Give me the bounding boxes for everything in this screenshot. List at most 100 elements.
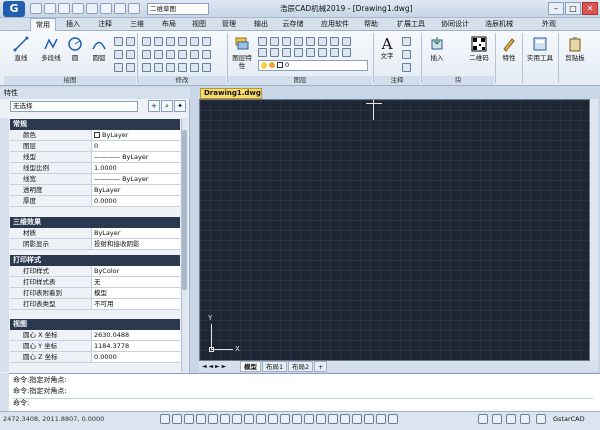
properties-button[interactable]: 特性 xyxy=(498,36,520,62)
spline-icon[interactable] xyxy=(126,37,135,46)
property-row[interactable]: 图层 0 xyxy=(10,141,180,152)
dyn-icon[interactable] xyxy=(244,414,254,424)
selection-dropdown[interactable]: 无选择 xyxy=(10,101,138,112)
qr-code-button[interactable]: 二维码 xyxy=(466,36,492,62)
layer-freeze-icon[interactable] xyxy=(282,37,291,46)
property-row[interactable]: 圆心 X 坐标 2630.0488 xyxy=(10,330,180,341)
arc-button[interactable]: 圆弧 xyxy=(88,36,110,62)
undo-icon[interactable] xyxy=(100,3,112,14)
add-layout-icon[interactable]: + xyxy=(314,361,328,372)
layer-unlock-icon[interactable] xyxy=(282,48,291,57)
tab-extensions[interactable]: 扩展工具 xyxy=(392,18,430,31)
fillet-icon[interactable] xyxy=(166,50,175,59)
tab-cloud[interactable]: 云存储 xyxy=(278,18,308,31)
layer-delete-icon[interactable] xyxy=(318,48,327,57)
layer-off-icon[interactable] xyxy=(258,37,267,46)
text-button[interactable]: A 文字 xyxy=(376,36,398,60)
ellipse-icon[interactable] xyxy=(114,63,123,72)
save-as-icon[interactable] xyxy=(72,3,84,14)
clipboard-button[interactable]: 剪贴板 xyxy=(560,36,590,62)
join-icon[interactable] xyxy=(166,63,175,72)
lightbulb-icon[interactable] xyxy=(506,414,516,424)
annotation-visibility-icon[interactable] xyxy=(328,414,338,424)
trim-icon[interactable] xyxy=(142,50,151,59)
auto-scale-icon[interactable] xyxy=(340,414,350,424)
grid-icon[interactable] xyxy=(172,414,182,424)
zoom-icon[interactable] xyxy=(352,414,362,424)
layer-thaw-icon[interactable] xyxy=(270,48,279,57)
settings-icon[interactable] xyxy=(128,3,140,14)
lock-ui-icon[interactable] xyxy=(388,414,398,424)
property-row[interactable]: 圆心 Y 坐标 1184.3778 xyxy=(10,341,180,352)
property-row[interactable]: 线型比例 1.0000 xyxy=(10,163,180,174)
drawing-scrollbar[interactable] xyxy=(590,99,598,361)
offset-icon[interactable] xyxy=(190,50,199,59)
section-general[interactable]: 常规 xyxy=(10,119,180,130)
quick-select-icon[interactable]: ✦ xyxy=(174,100,186,112)
property-row[interactable]: 打印样式表无 xyxy=(10,277,180,288)
layer-translate-icon[interactable] xyxy=(342,48,351,57)
lineweight-icon[interactable] xyxy=(256,414,266,424)
copy-icon[interactable] xyxy=(154,37,163,46)
toggle-pickadd-button[interactable]: + xyxy=(148,100,160,112)
redo-icon[interactable] xyxy=(114,3,126,14)
ortho-icon[interactable] xyxy=(184,414,194,424)
property-row[interactable]: 颜色 ByLayer xyxy=(10,130,180,141)
property-row[interactable]: 透明度 ByLayer xyxy=(10,185,180,196)
layout-tab-model[interactable]: 模型 xyxy=(240,361,261,372)
region-icon[interactable] xyxy=(126,63,135,72)
property-row[interactable]: 阴影显示 投射和接收阴影 xyxy=(10,239,180,250)
osnap-icon[interactable] xyxy=(208,414,218,424)
maximize-button[interactable]: □ xyxy=(565,2,581,15)
block-panel-label[interactable]: 块 xyxy=(422,76,494,85)
property-row[interactable]: 打印表类型 不可用 xyxy=(10,299,180,310)
workspace-switch-icon[interactable] xyxy=(478,414,488,424)
section-3d-effects[interactable]: 三维效果 xyxy=(10,217,180,228)
tab-insert[interactable]: 插入 xyxy=(60,18,86,31)
tab-output[interactable]: 输出 xyxy=(248,18,274,31)
explode-icon[interactable] xyxy=(202,50,211,59)
close-button[interactable]: ✕ xyxy=(582,2,598,15)
select-objects-icon[interactable]: ⌕ xyxy=(161,100,173,112)
property-row[interactable]: 厚度 0.0000 xyxy=(10,196,180,207)
layer-state-icon[interactable] xyxy=(330,48,339,57)
tab-layout[interactable]: 布局 xyxy=(156,18,182,31)
modify-panel-label[interactable]: 修改 xyxy=(138,76,226,85)
property-row[interactable]: 线宽 ———— ByLayer xyxy=(10,174,180,185)
isolate-objects-icon[interactable] xyxy=(376,414,386,424)
property-row[interactable]: 材质 ByLayer xyxy=(10,228,180,239)
tab-mechanical[interactable]: 浩辰机械 xyxy=(480,18,518,31)
section-view[interactable]: 视图 xyxy=(10,319,180,330)
layer-copy-icon[interactable] xyxy=(306,48,315,57)
transparency-icon[interactable] xyxy=(268,414,278,424)
minimize-button[interactable]: – xyxy=(548,2,564,15)
dimension-icon[interactable] xyxy=(402,37,411,46)
draw-panel-label[interactable]: 绘图 xyxy=(4,76,136,85)
table-icon[interactable] xyxy=(402,63,411,72)
layer-previous-icon[interactable] xyxy=(318,37,327,46)
hatch-icon[interactable] xyxy=(114,50,123,59)
property-row[interactable]: 线型 ———— ByLayer xyxy=(10,152,180,163)
tab-home[interactable]: 常用 xyxy=(30,18,56,31)
tab-appearance[interactable]: 外观 xyxy=(536,18,562,31)
tab-annotate[interactable]: 注释 xyxy=(92,18,118,31)
quick-properties-icon[interactable] xyxy=(280,414,290,424)
property-row[interactable]: 打印样式 ByColor xyxy=(10,266,180,277)
pan-icon[interactable] xyxy=(364,414,374,424)
model-space-icon[interactable] xyxy=(304,414,314,424)
layer-isolate-icon[interactable] xyxy=(270,37,279,46)
pedit-icon[interactable] xyxy=(202,63,211,72)
break-icon[interactable] xyxy=(154,63,163,72)
tab-collaboration[interactable]: 协同设计 xyxy=(436,18,474,31)
gstar-logo-icon[interactable] xyxy=(536,414,546,424)
point-icon[interactable] xyxy=(126,50,135,59)
layer-walk-icon[interactable] xyxy=(330,37,339,46)
new-file-icon[interactable] xyxy=(30,3,42,14)
workspace-select[interactable]: 二维草图 xyxy=(147,3,209,15)
hardware-acceleration-icon[interactable] xyxy=(492,414,502,424)
stretch-icon[interactable] xyxy=(166,37,175,46)
tab-manage[interactable]: 管理 xyxy=(216,18,242,31)
scale-icon[interactable] xyxy=(202,37,211,46)
line-button[interactable]: 直线 xyxy=(8,36,34,62)
polar-icon[interactable] xyxy=(196,414,206,424)
